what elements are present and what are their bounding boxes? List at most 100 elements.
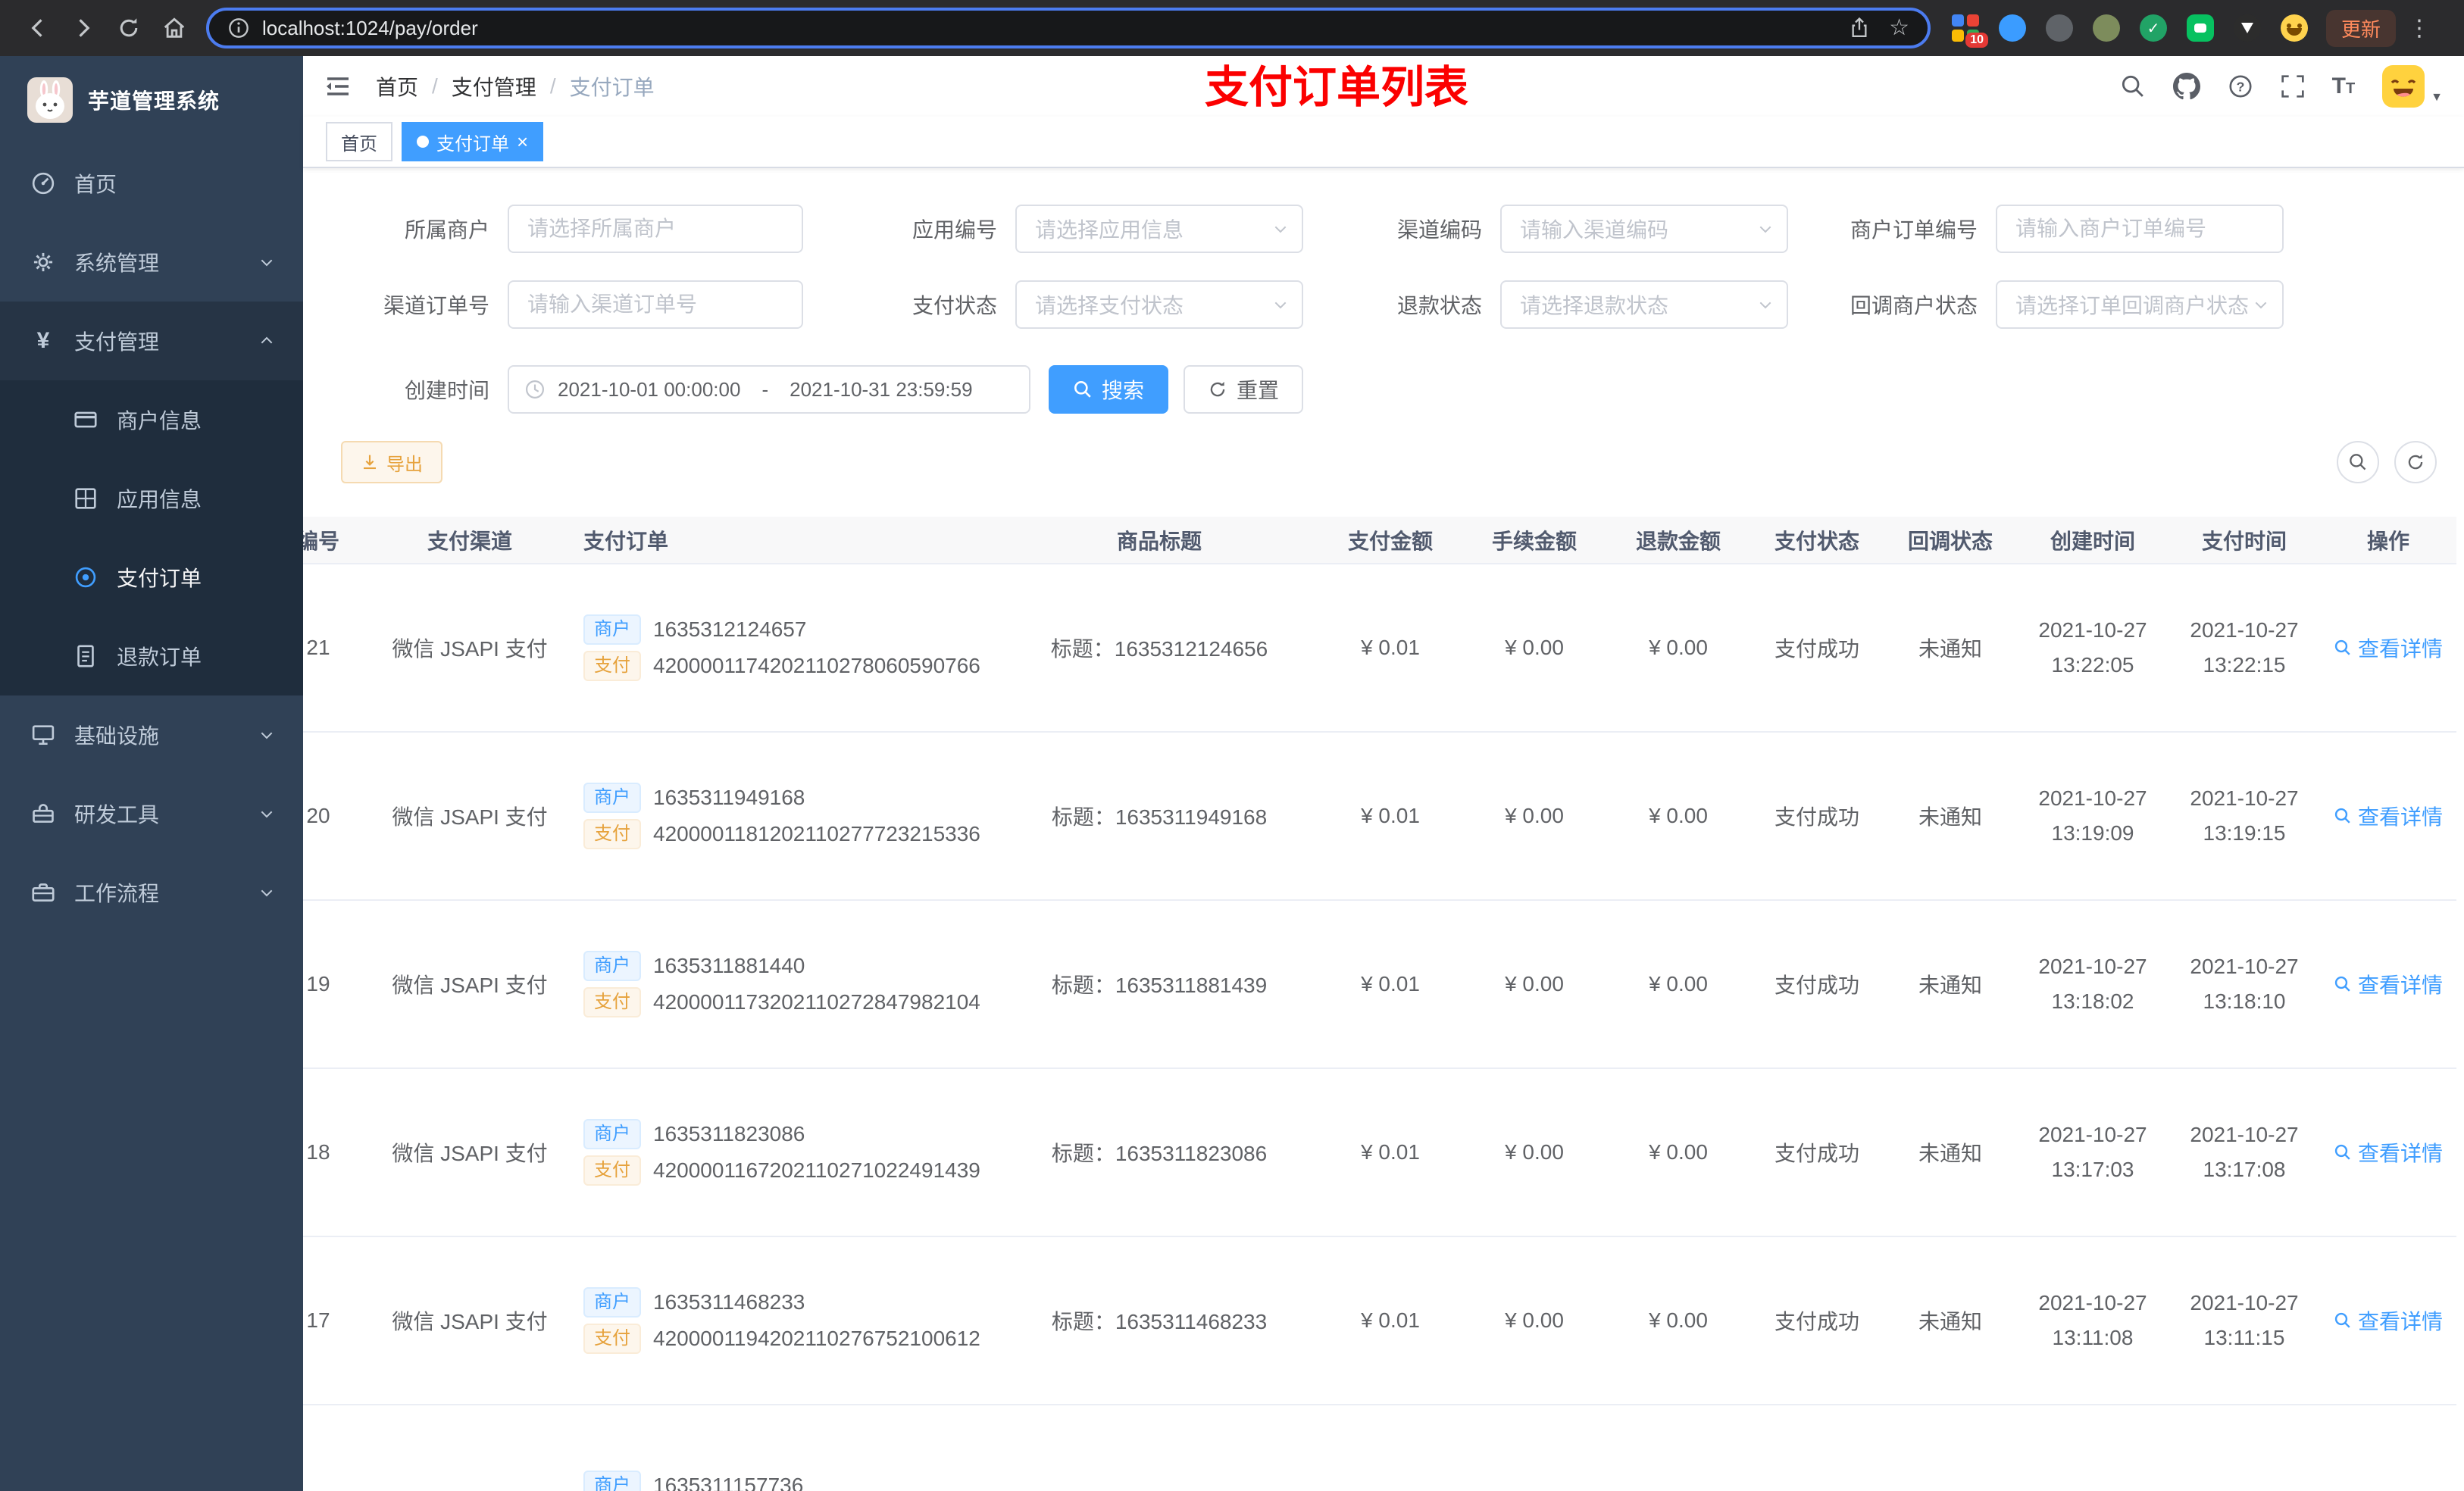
breadcrumb-home[interactable]: 首页 bbox=[376, 71, 418, 102]
sidebar-item-infrastructure[interactable]: 基础设施 bbox=[0, 695, 303, 774]
back-icon[interactable] bbox=[15, 7, 61, 49]
view-details-link[interactable]: 查看详情 bbox=[2334, 801, 2443, 831]
sidebar-item-label: 研发工具 bbox=[74, 803, 160, 827]
extension-emoji-icon[interactable] bbox=[2281, 14, 2308, 42]
col-create-time: 创建时间 bbox=[2017, 517, 2169, 564]
notify-status-select[interactable]: 请选择订单回调商户状态 bbox=[1996, 280, 2284, 329]
cell-channel: 微信 JSAPI 支付 bbox=[379, 564, 561, 733]
extension-olive-icon[interactable] bbox=[2093, 14, 2120, 42]
channel-code-select[interactable]: 请输入渠道编码 bbox=[1500, 205, 1788, 253]
channel-order-no-input[interactable] bbox=[508, 280, 803, 329]
sidebar-item-payment[interactable]: ¥ 支付管理 bbox=[0, 302, 303, 380]
toggle-search-button[interactable] bbox=[2337, 441, 2379, 483]
extension-pin-icon[interactable] bbox=[2234, 14, 2261, 42]
bookmark-star-icon[interactable]: ☆ bbox=[1889, 17, 1909, 39]
sidebar-item-label: 工作流程 bbox=[74, 882, 160, 905]
sidebar-item-pay-order[interactable]: 支付订单 bbox=[0, 538, 303, 617]
view-details-link[interactable]: 查看详情 bbox=[2334, 1137, 2443, 1167]
chevron-down-icon bbox=[258, 253, 276, 271]
extension-chat-icon[interactable] bbox=[2187, 14, 2214, 42]
field-label: 商户订单编号 bbox=[1850, 218, 1978, 242]
sidebar-item-workflow[interactable]: 工作流程 bbox=[0, 853, 303, 932]
page-title: 支付订单列表 bbox=[1205, 63, 1469, 112]
sidebar-item-app-info[interactable]: 应用信息 bbox=[0, 459, 303, 538]
pay-order-no: 4200001194202110276752100612 bbox=[653, 1327, 980, 1350]
cell-notify-status: 未通知 bbox=[1884, 732, 2017, 901]
extension-gray-icon[interactable] bbox=[2046, 14, 2073, 42]
sidebar-item-home[interactable]: 首页 bbox=[0, 144, 303, 223]
cell-notify-status bbox=[1884, 1405, 2017, 1491]
cell-fee-amount: ¥ 0.00 bbox=[1462, 1236, 1606, 1405]
pay-tag: 支付 bbox=[583, 1155, 641, 1186]
url-bar[interactable]: localhost:1024/pay/order ☆ bbox=[206, 8, 1931, 48]
cell-title: 标题：1635311881439 bbox=[1000, 900, 1318, 1069]
extension-tray: 10 ✓ bbox=[1952, 14, 2308, 48]
refund-status-select[interactable]: 请选择退款状态 bbox=[1500, 280, 1788, 329]
merchant-order-no: 1635311823086 bbox=[653, 1122, 805, 1146]
cell-actions: 查看详情 bbox=[2320, 732, 2456, 901]
merchant-input[interactable] bbox=[508, 205, 803, 253]
chevron-down-icon bbox=[1271, 220, 1290, 238]
field-label: 回调商户状态 bbox=[1850, 294, 1978, 317]
sidebar-item-refund-order[interactable]: 退款订单 bbox=[0, 617, 303, 695]
pay-tag: 支付 bbox=[583, 987, 641, 1017]
forward-icon[interactable] bbox=[61, 7, 106, 49]
sidebar-item-dev-tools[interactable]: 研发工具 bbox=[0, 774, 303, 853]
content: 所属商户 应用编号 请选择应用信息 渠道编码 请输入渠道编码 bbox=[303, 168, 2464, 1491]
app-select[interactable]: 请选择应用信息 bbox=[1015, 205, 1303, 253]
cell-pay-amount bbox=[1318, 1405, 1462, 1491]
merchant-tag: 商户 bbox=[583, 1471, 641, 1491]
breadcrumb-payment[interactable]: 支付管理 bbox=[452, 71, 536, 102]
create-time-range-input[interactable]: 2021-10-01 00:00:00 - 2021-10-31 23:59:5… bbox=[508, 365, 1030, 414]
github-icon[interactable] bbox=[2172, 73, 2200, 100]
clock-icon bbox=[524, 379, 546, 400]
browser-menu-icon[interactable]: ⋮ bbox=[2408, 15, 2431, 42]
bullseye-icon bbox=[73, 564, 98, 590]
tags-view: 首页 支付订单 × bbox=[303, 117, 2464, 168]
home-icon[interactable] bbox=[152, 7, 197, 49]
field-label: 渠道订单号 bbox=[383, 294, 489, 317]
pay-status-select[interactable]: 请选择支付状态 bbox=[1015, 280, 1303, 329]
extension-blue-icon[interactable] bbox=[1999, 14, 2026, 42]
view-details-link[interactable]: 查看详情 bbox=[2334, 1305, 2443, 1336]
cell-channel: 微信 JSAPI 支付 bbox=[379, 900, 561, 1069]
table-row: 19 微信 JSAPI 支付 商户 1635311881440 支付 42000… bbox=[303, 900, 2456, 1069]
cell-title: 标题：1635312124656 bbox=[1000, 564, 1318, 733]
merchant-order-no-input[interactable] bbox=[1996, 205, 2284, 253]
document-icon bbox=[73, 643, 98, 669]
fullscreen-icon[interactable] bbox=[2281, 74, 2305, 98]
search-icon[interactable] bbox=[2120, 73, 2146, 99]
dashboard-icon bbox=[30, 170, 56, 196]
view-details-link[interactable]: 查看详情 bbox=[2334, 633, 2443, 663]
browser-update-button[interactable]: 更新 bbox=[2326, 9, 2397, 47]
col-pay-status: 支付状态 bbox=[1750, 517, 1884, 564]
site-info-icon[interactable] bbox=[227, 17, 250, 39]
sidebar-toggle-icon[interactable] bbox=[324, 73, 352, 100]
search-button[interactable]: 搜索 bbox=[1049, 365, 1169, 414]
sidebar-item-merchant-info[interactable]: 商户信息 bbox=[0, 380, 303, 459]
cell-order: 商户 1635311468233 支付 42000011942021102767… bbox=[561, 1236, 1000, 1405]
extension-green-icon[interactable]: ✓ bbox=[2140, 14, 2167, 42]
cell-pay-amount: ¥ 0.01 bbox=[1318, 900, 1462, 1069]
refresh-button[interactable] bbox=[2394, 441, 2437, 483]
pay-order-no: 4200001174202110278060590766 bbox=[653, 654, 980, 677]
user-avatar[interactable]: ▼ bbox=[2382, 65, 2443, 108]
export-button[interactable]: 导出 bbox=[341, 441, 442, 483]
cell-title: 标题：1635311823086 bbox=[1000, 1068, 1318, 1237]
sidebar-item-system[interactable]: 系统管理 bbox=[0, 223, 303, 302]
reload-icon[interactable] bbox=[106, 7, 152, 49]
tab-home[interactable]: 首页 bbox=[326, 122, 392, 161]
tab-pay-order[interactable]: 支付订单 × bbox=[402, 122, 544, 161]
cell-pay-status: 支付成功 bbox=[1750, 1236, 1884, 1405]
share-icon[interactable] bbox=[1848, 17, 1871, 39]
table-row: 20 微信 JSAPI 支付 商户 1635311949168 支付 42000… bbox=[303, 732, 2456, 901]
font-size-icon[interactable]: TT bbox=[2332, 73, 2356, 99]
cell-order: 商户 1635311823086 支付 42000011672021102710… bbox=[561, 1068, 1000, 1237]
reset-button[interactable]: 重置 bbox=[1184, 365, 1304, 414]
extension-colorful-icon[interactable]: 10 bbox=[1952, 14, 1988, 48]
view-details-link[interactable]: 查看详情 bbox=[2334, 969, 2443, 999]
cell-create-time: 2021-10-27 13:11:08 bbox=[2017, 1236, 2169, 1405]
cell-refund-amount bbox=[1606, 1405, 1750, 1491]
close-icon[interactable]: × bbox=[517, 132, 528, 152]
help-icon[interactable]: ? bbox=[2228, 73, 2253, 99]
